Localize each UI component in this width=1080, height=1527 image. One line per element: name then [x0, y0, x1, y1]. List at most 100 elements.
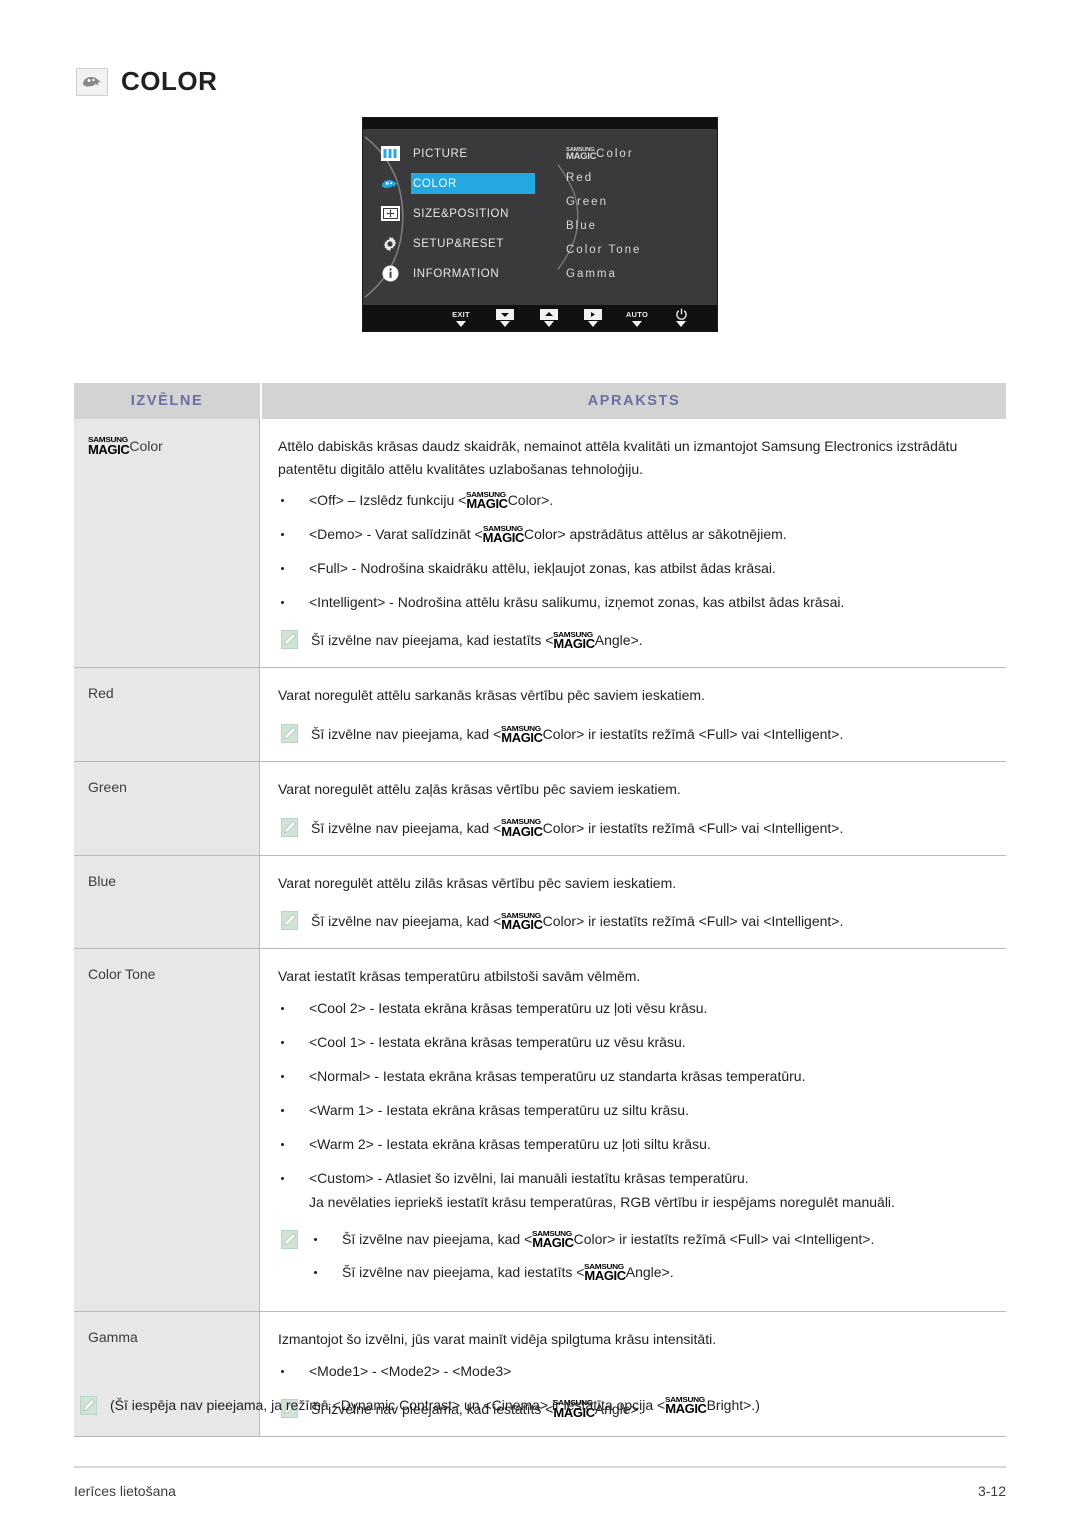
- note-icon: [80, 1396, 97, 1415]
- osd-submenu-label: Color: [596, 148, 634, 160]
- menu-name: Color: [129, 437, 163, 454]
- setup-reset-icon: [379, 235, 401, 253]
- footer-chapter-label: Ierīces lietošana: [74, 1483, 176, 1499]
- list-item: <Warm 1> - Iestata ekrāna krāsas tempera…: [278, 1100, 990, 1121]
- osd-menu-item-color[interactable]: COLOR: [375, 169, 565, 198]
- osd-body: PICTURE COLOR SIZE&POSITION SETUP&RESET …: [363, 129, 717, 305]
- footer-row: Ierīces lietošana 3-12: [74, 1483, 1006, 1499]
- footnote-text: (Šī iespēja nav pieejama, ja režīmā <Dyn…: [110, 1394, 760, 1416]
- list-item: <Off> – Izslēdz funkciju < SAMSUNG MAGIC Co…: [278, 490, 990, 511]
- osd-submenu-item-red[interactable]: Red: [566, 166, 716, 190]
- down-button[interactable]: [483, 309, 527, 327]
- key-indicator-icon: [500, 321, 510, 327]
- list-item: <Warm 2> - Iestata ekrāna krāsas tempera…: [278, 1134, 990, 1155]
- table-cell-menu: SAMSUNG MAGIC Color: [74, 419, 260, 668]
- table-row: Blue Varat noregulēt attēlu zilās krāsas…: [74, 855, 1006, 950]
- table-cell-menu: Blue: [74, 855, 260, 949]
- list-item: <Intelligent> - Nodrošina attēlu krāsu s…: [278, 592, 990, 613]
- osd-submenu-item-magiccolor[interactable]: SAMSUNG MAGIC Color: [566, 142, 716, 166]
- samsung-magic-logo: SAMSUNG MAGIC: [566, 147, 597, 163]
- footer-page-number: 3-12: [977, 1483, 1006, 1499]
- document-page: COLOR PICTURE COLOR SIZE&POSITION SETUP&…: [0, 0, 1080, 1527]
- osd-submenu-item-gamma[interactable]: Gamma: [566, 262, 716, 286]
- osd-button-bar: EXIT AUTO: [363, 305, 717, 331]
- note-text: Šī izvēlne nav pieejama, kad < SAMSUNG MAG…: [311, 723, 844, 746]
- list-item: Šī izvēlne nav pieejama, kad < SAMSUNG MAG…: [311, 1229, 874, 1250]
- bullet-list: <Mode1> - <Mode2> - <Mode3>: [278, 1361, 990, 1382]
- osd-menu-label: SETUP&RESET: [413, 237, 504, 250]
- power-button[interactable]: [659, 308, 703, 327]
- picture-icon: [379, 145, 401, 163]
- osd-submenu-item-blue[interactable]: Blue: [566, 214, 716, 238]
- osd-main-menu: PICTURE COLOR SIZE&POSITION SETUP&RESET …: [375, 139, 565, 289]
- up-button[interactable]: [527, 309, 571, 327]
- page-footer: Ierīces lietošana 3-12: [74, 1466, 1006, 1499]
- settings-table: IZVĒLNE APRAKSTS SAMSUNG MAGIC Color Attēl…: [74, 383, 1006, 1437]
- table-row: Red Varat noregulēt attēlu sarkanās krās…: [74, 668, 1006, 763]
- table-cell-description: Varat noregulēt attēlu sarkanās krāsas v…: [260, 668, 1006, 761]
- note-text: Šī izvēlne nav pieejama, kad < SAMSUNG MAG…: [311, 910, 844, 933]
- note-block: Šī izvēlne nav pieejama, kad < SAMSUNG MAG…: [278, 910, 990, 932]
- footer-divider: [74, 1466, 1006, 1468]
- table-cell-menu: Red: [74, 668, 260, 762]
- list-item: <Demo> - Varat salīdzināt < SAMSUNG MAGIC C…: [278, 524, 990, 545]
- page-footnote: (Šī iespēja nav pieejama, ja režīmā <Dyn…: [80, 1394, 760, 1416]
- list-item: <Normal> - Iestata ekrāna krāsas tempera…: [278, 1066, 990, 1087]
- osd-menu-item-information[interactable]: INFORMATION: [375, 259, 565, 288]
- note-bullet-list: Šī izvēlne nav pieejama, kad < SAMSUNG MAG…: [311, 1229, 874, 1295]
- samsung-magic-logo: SAMSUNG MAGIC: [501, 817, 543, 839]
- samsung-magic-logo: SAMSUNG MAGIC: [88, 435, 130, 457]
- samsung-magic-logo: SAMSUNG MAGIC: [466, 489, 508, 512]
- table-header-row: IZVĒLNE APRAKSTS: [74, 383, 1006, 419]
- osd-menu-item-setup-reset[interactable]: SETUP&RESET: [375, 229, 565, 258]
- table-cell-description: Varat iestatīt krāsas temperatūru atbils…: [260, 949, 1006, 1311]
- bullet-list: <Cool 2> - Iestata ekrāna krāsas tempera…: [278, 998, 990, 1189]
- table-row: SAMSUNG MAGIC Color Attēlo dabiskās krāsas…: [74, 419, 1006, 669]
- samsung-magic-logo: SAMSUNG MAGIC: [482, 523, 525, 546]
- osd-submenu-item-green[interactable]: Green: [566, 190, 716, 214]
- table-row: Green Varat noregulēt attēlu zaļās krāsa…: [74, 762, 1006, 856]
- osd-menu-label: COLOR: [413, 177, 457, 190]
- key-indicator-icon: [632, 321, 642, 327]
- description-paragraph: Varat noregulēt attēlu zaļās krāsas vērt…: [278, 781, 681, 798]
- osd-menu-label: PICTURE: [413, 147, 468, 160]
- note-icon: [281, 911, 298, 931]
- samsung-magic-logo: SAMSUNG MAGIC: [532, 1228, 574, 1251]
- enter-button[interactable]: [571, 309, 615, 327]
- auto-button-label: AUTO: [625, 310, 649, 319]
- up-arrow-icon: [540, 309, 558, 320]
- power-icon: [675, 308, 688, 320]
- note-icon: [281, 817, 298, 837]
- list-item: <Custom> - Atlasiet šo izvēlni, lai manu…: [278, 1168, 990, 1189]
- note-text: Šī izvēlne nav pieejama, kad iestatīts <…: [311, 629, 643, 652]
- osd-top-bar: [363, 118, 717, 129]
- description-paragraph: Izmantojot šo izvēlni, jūs varat mainīt …: [278, 1331, 717, 1348]
- note-text: Šī izvēlne nav pieejama, kad < SAMSUNG MAG…: [311, 817, 844, 839]
- description-extra-line: Ja nevēlaties iepriekš iestatīt krāsu te…: [309, 1194, 895, 1211]
- note-block: Šī izvēlne nav pieejama, kad < SAMSUNG MAG…: [278, 1229, 990, 1295]
- table-cell-menu: Color Tone: [74, 949, 260, 1312]
- size-position-icon: [379, 205, 401, 223]
- samsung-magic-logo: SAMSUNG MAGIC: [553, 629, 595, 652]
- auto-button[interactable]: AUTO: [615, 309, 659, 327]
- exit-button[interactable]: EXIT: [439, 309, 483, 327]
- description-paragraph: Varat noregulēt attēlu zilās krāsas vērt…: [278, 874, 677, 891]
- list-item: <Mode1> - <Mode2> - <Mode3>: [278, 1361, 990, 1382]
- down-arrow-icon: [496, 309, 514, 320]
- note-block: Šī izvēlne nav pieejama, kad < SAMSUNG MAG…: [278, 723, 990, 745]
- table-cell-description: Attēlo dabiskās krāsas daudz skaidrāk, n…: [260, 419, 1006, 667]
- information-icon: [379, 265, 401, 283]
- key-indicator-icon: [544, 321, 554, 327]
- osd-menu-item-size-position[interactable]: SIZE&POSITION: [375, 199, 565, 228]
- osd-menu-item-picture[interactable]: PICTURE: [375, 139, 565, 168]
- note-block: Šī izvēlne nav pieejama, kad < SAMSUNG MAG…: [278, 817, 990, 839]
- table-cell-description: Varat noregulēt attēlu zilās krāsas vērt…: [260, 856, 1006, 949]
- description-paragraph: Attēlo dabiskās krāsas daudz skaidrāk, n…: [278, 438, 958, 477]
- page-heading: COLOR: [76, 66, 217, 97]
- samsung-magic-logo: SAMSUNG MAGIC: [665, 1394, 707, 1416]
- list-item: Šī izvēlne nav pieejama, kad iestatīts <…: [311, 1262, 874, 1283]
- osd-submenu-item-color-tone[interactable]: Color Tone: [566, 238, 716, 262]
- description-paragraph: Varat noregulēt attēlu sarkanās krāsas v…: [278, 687, 705, 704]
- list-item: <Full> - Nodrošina skaidrāku attēlu, iek…: [278, 558, 990, 579]
- key-indicator-icon: [588, 321, 598, 327]
